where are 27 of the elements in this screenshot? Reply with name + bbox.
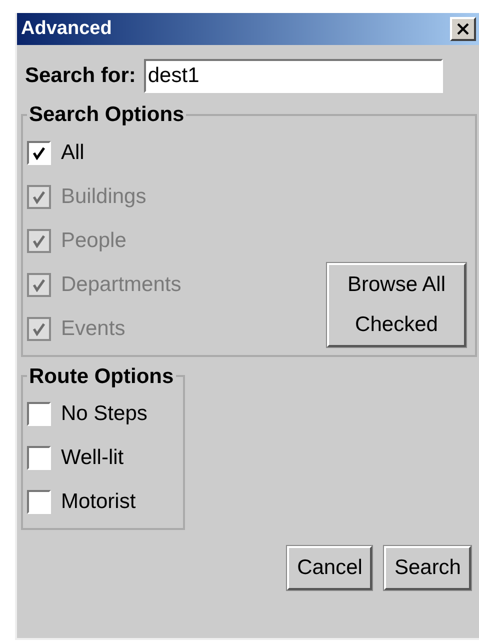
checkbox[interactable]: [27, 490, 51, 514]
checkbox-label: Events: [61, 316, 126, 342]
group-title: Route Options: [28, 364, 175, 390]
close-button[interactable]: [450, 17, 476, 41]
group-title: Search Options: [28, 102, 186, 128]
checkbox-label: Departments: [61, 272, 182, 298]
checkbox[interactable]: [27, 140, 51, 164]
checkbox-label: No Steps: [61, 401, 148, 428]
checkbox-label: Well-lit: [61, 445, 124, 472]
check-icon: [32, 190, 46, 204]
close-icon: [457, 23, 469, 35]
dialog-button[interactable]: Search: [384, 546, 471, 590]
checkbox-label: People: [61, 228, 126, 254]
checkbox-label: Buildings: [61, 184, 146, 210]
check-icon: [32, 322, 46, 336]
browse-all-checked-button[interactable]: Browse All Checked: [327, 262, 466, 346]
checkbox[interactable]: [27, 446, 51, 470]
search-label: Search for:: [25, 63, 136, 90]
checkbox[interactable]: [27, 402, 51, 426]
check-icon: [32, 146, 46, 160]
search-field[interactable]: dest1: [144, 59, 443, 93]
checkbox-label: All: [61, 140, 84, 166]
check-icon: [32, 278, 46, 292]
checkbox-label: Motorist: [61, 489, 136, 516]
dialog-button[interactable]: Cancel: [287, 546, 372, 590]
window-title: Advanced: [21, 16, 112, 41]
check-icon: [32, 234, 46, 248]
